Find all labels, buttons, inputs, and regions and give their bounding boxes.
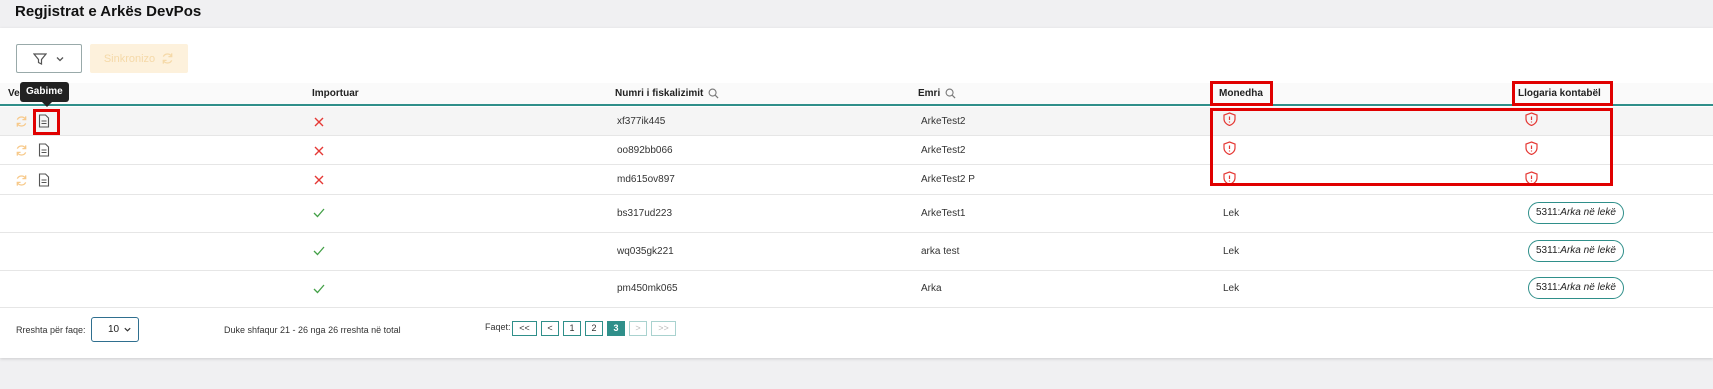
- highlight-currency-header: [1210, 81, 1273, 106]
- account-badge[interactable]: 5311:Arka në lekë: [1528, 277, 1624, 299]
- fiscal-number: xf377ik445: [617, 116, 666, 127]
- account-badge[interactable]: 5311:Arka në lekë: [1528, 202, 1624, 224]
- page-2-button[interactable]: 2: [585, 321, 603, 336]
- rows-per-page-value: 10: [108, 324, 120, 335]
- fiscal-number: wq035gk221: [617, 246, 674, 257]
- sync-button[interactable]: Sinkronizo: [90, 44, 188, 73]
- cash-register-name: ArkeTest1: [921, 208, 966, 219]
- cross-icon: [314, 175, 324, 185]
- table-row[interactable]: bs317ud223 ArkeTest1 Lek 5311:Arka në le…: [0, 195, 1713, 233]
- fiscal-number: pm450mk065: [617, 283, 678, 294]
- filter-icon: [33, 52, 47, 65]
- fiscal-number: md615ov897: [617, 174, 675, 185]
- header-first[interactable]: Ve: [8, 88, 20, 99]
- sync-icon[interactable]: [15, 144, 28, 157]
- currency-value: Lek: [1223, 283, 1240, 294]
- header-fiscal-number[interactable]: Numri i fiskalizimit: [615, 88, 719, 99]
- chevron-down-icon: [56, 56, 64, 61]
- check-icon: [313, 246, 325, 256]
- sync-icon[interactable]: [15, 174, 28, 187]
- chevron-down-icon: [124, 327, 131, 332]
- document-icon[interactable]: [38, 143, 50, 157]
- table-row[interactable]: pm450mk065 Arka Lek 5311:Arka në lekë: [0, 271, 1713, 308]
- highlight-account-header: [1512, 81, 1613, 106]
- header-name[interactable]: Emri: [918, 88, 956, 99]
- sync-icon[interactable]: [15, 115, 28, 128]
- page-next-button[interactable]: >: [629, 321, 647, 336]
- table-header: Ve Importuar Numri i fiskalizimit Emri M…: [0, 83, 1713, 106]
- search-icon[interactable]: [708, 88, 719, 99]
- showing-text: Duke shfaqur 21 - 26 nga 26 rreshta në t…: [224, 325, 401, 335]
- cash-register-name: ArkeTest2 P: [921, 174, 975, 185]
- check-icon: [313, 284, 325, 294]
- page-header: Regjistrat e Arkës DevPos: [0, 0, 1713, 28]
- currency-value: Lek: [1223, 208, 1240, 219]
- currency-value: Lek: [1223, 246, 1240, 257]
- highlight-missing-values: [1210, 108, 1613, 186]
- page-title: Regjistrat e Arkës DevPos: [15, 3, 202, 20]
- sync-icon: [162, 53, 173, 64]
- header-imported[interactable]: Importuar: [312, 88, 359, 99]
- errors-tooltip: Gabime: [20, 82, 69, 107]
- cross-icon: [314, 146, 324, 156]
- page-prev-button[interactable]: <: [541, 321, 559, 336]
- sync-button-label: Sinkronizo: [103, 52, 156, 65]
- account-badge[interactable]: 5311:Arka në lekë: [1528, 240, 1624, 262]
- table-row[interactable]: wq035gk221 arka test Lek 5311:Arka në le…: [0, 233, 1713, 271]
- search-icon[interactable]: [945, 88, 956, 99]
- page-1-button[interactable]: 1: [563, 321, 581, 336]
- page-first-button[interactable]: <<: [512, 321, 537, 336]
- highlight-errors-icon: [33, 109, 60, 135]
- cash-register-name: Arka: [921, 283, 942, 294]
- cash-register-name: arka test: [921, 246, 960, 257]
- filter-button[interactable]: [16, 44, 82, 73]
- cross-icon: [314, 117, 324, 127]
- check-icon: [313, 208, 325, 218]
- page-last-button[interactable]: >>: [651, 321, 676, 336]
- cash-register-name: ArkeTest2: [921, 116, 966, 127]
- fiscal-number: bs317ud223: [617, 208, 673, 219]
- pages-label: Faqet:: [485, 322, 511, 332]
- document-icon[interactable]: [38, 173, 50, 187]
- rows-per-page-select[interactable]: 10: [91, 317, 139, 342]
- cash-register-name: ArkeTest2: [921, 145, 966, 156]
- rows-per-page-label: Rreshta për faqe:: [16, 325, 86, 335]
- page-3-button[interactable]: 3: [607, 321, 625, 336]
- fiscal-number: oo892bb066: [617, 145, 673, 156]
